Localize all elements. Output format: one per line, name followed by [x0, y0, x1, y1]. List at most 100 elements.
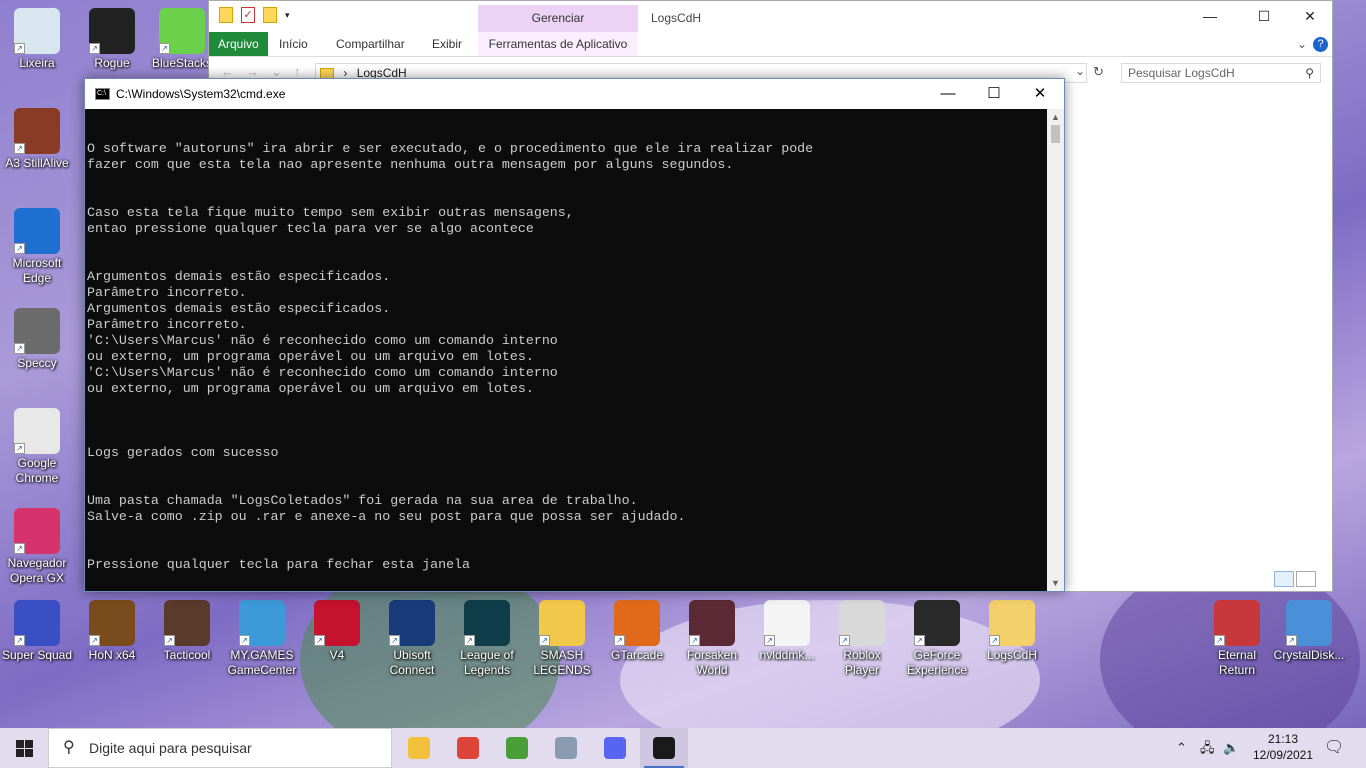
shortcut-arrow-icon: ↗	[14, 443, 25, 454]
desktop-icon-geforce-experience[interactable]: ↗ GeForce Experience	[900, 600, 974, 678]
tab-arquivo[interactable]: Arquivo	[209, 32, 268, 56]
tab-inicio[interactable]: Início	[279, 32, 308, 56]
shortcut-arrow-icon: ↗	[539, 635, 550, 646]
taskbar-app-utorrent[interactable]	[493, 728, 541, 768]
minimize-button[interactable]: —	[925, 79, 971, 109]
view-toggle	[1274, 571, 1316, 587]
rogue-icon: ↗	[89, 8, 135, 54]
explorer-titlebar[interactable]: ✓ ▾ Gerenciar LogsCdH — ☐ ✕	[209, 1, 1332, 32]
taskbar-app-chrome[interactable]	[444, 728, 492, 768]
desktop-icon-roblox-player[interactable]: ↗ Roblox Player	[825, 600, 899, 678]
shortcut-arrow-icon: ↗	[989, 635, 1000, 646]
console-line: Argumentos demais estão especificados.	[87, 269, 391, 284]
desktop-icon-lixeira[interactable]: ↗ Lixeira	[0, 8, 74, 71]
desktop-icon-microsoft-edge[interactable]: ↗ Microsoft Edge	[0, 208, 74, 286]
google-chrome-icon: ↗	[14, 408, 60, 454]
address-dropdown-icon[interactable]: ⌄	[1075, 64, 1085, 78]
shortcut-arrow-icon: ↗	[239, 635, 250, 646]
help-icon[interactable]: ?	[1313, 37, 1328, 52]
league-of-legends-icon: ↗	[464, 600, 510, 646]
maximize-button[interactable]: ☐	[1241, 1, 1287, 32]
taskbar-search-input[interactable]: ⚲ Digite aqui para pesquisar	[48, 728, 392, 768]
volume-icon[interactable]: 🔈	[1223, 728, 1239, 768]
large-icons-view-icon[interactable]	[1296, 571, 1316, 587]
desktop-icon-label: Microsoft Edge	[12, 256, 62, 285]
shortcut-arrow-icon: ↗	[1214, 635, 1225, 646]
cmd-window[interactable]: C:\ C:\Windows\System32\cmd.exe — ☐ ✕ O …	[84, 78, 1065, 592]
maximize-button[interactable]: ☐	[971, 79, 1017, 109]
scroll-down-icon[interactable]: ▼	[1047, 575, 1064, 591]
desktop-icon-google-chrome[interactable]: ↗ Google Chrome	[0, 408, 74, 486]
desktop-icon-a3-stillalive[interactable]: ↗ A3 StillAlive	[0, 108, 74, 171]
clock[interactable]: 21:13 12/09/2021	[1248, 731, 1318, 763]
taskbar-app-image-viewer[interactable]	[542, 728, 590, 768]
desktop-icon-hon-x64[interactable]: ↗ HoN x64	[75, 600, 149, 663]
smash-legends-icon: ↗	[539, 600, 585, 646]
desktop-icon-forsaken-world[interactable]: ↗ Forsaken World	[675, 600, 749, 678]
console-line: entao pressione qualquer tecla para ver …	[87, 221, 534, 236]
ribbon-expand-icon[interactable]: ⌄	[1297, 32, 1307, 56]
desktop-icon-super-squad[interactable]: ↗ Super Squad	[0, 600, 74, 663]
microsoft-edge-icon: ↗	[14, 208, 60, 254]
shortcut-arrow-icon: ↗	[14, 543, 25, 554]
desktop-icon-label: League of Legends	[460, 648, 514, 677]
hon-x64-icon: ↗	[89, 600, 135, 646]
logscdh-icon: ↗	[989, 600, 1035, 646]
tab-exibir[interactable]: Exibir	[432, 32, 462, 56]
console-line: Logs gerados com sucesso	[87, 445, 279, 460]
desktop-icon-league-of-legends[interactable]: ↗ League of Legends	[450, 600, 524, 678]
desktop-icon-tacticool[interactable]: ↗ Tacticool	[150, 600, 224, 663]
show-hidden-icons-icon[interactable]: ⌃	[1176, 728, 1187, 768]
desktop-icon-my-games-gamecenter[interactable]: ↗ MY.GAMES GameCenter	[225, 600, 299, 678]
desktop-icon-label: Eternal Return	[1217, 648, 1257, 677]
desktop-icon-rogue[interactable]: ↗ Rogue	[75, 8, 149, 71]
details-view-icon[interactable]	[1274, 571, 1294, 587]
console-line: 'C:\Users\Marcus' não é reconhecido como…	[87, 365, 558, 380]
console-line: ou externo, um programa operável ou um a…	[87, 349, 534, 364]
desktop-icon-navegador-opera-gx[interactable]: ↗ Navegador Opera GX	[0, 508, 74, 586]
new-folder-icon[interactable]	[263, 7, 277, 23]
desktop-icon-nvlddmk[interactable]: ↗ nvlddmk...	[750, 600, 824, 663]
refresh-icon[interactable]: ↻	[1093, 64, 1104, 80]
notifications-icon[interactable]: 🗨	[1324, 728, 1344, 768]
folder-icon[interactable]	[219, 7, 233, 23]
taskbar-app-discord-game[interactable]	[591, 728, 639, 768]
desktop-icon-gtarcade[interactable]: ↗ GTarcade	[600, 600, 674, 663]
desktop-icon-crystaldisk[interactable]: ↗ CrystalDisk...	[1272, 600, 1346, 663]
taskbar-app-cmd[interactable]	[640, 728, 688, 768]
desktop-icon-ubisoft-connect[interactable]: ↗ Ubisoft Connect	[375, 600, 449, 678]
taskbar-app-file-explorer[interactable]	[395, 728, 443, 768]
network-icon[interactable]: 🖧	[1200, 728, 1215, 768]
nvlddmk-icon: ↗	[764, 600, 810, 646]
v4-icon: ↗	[314, 600, 360, 646]
tab-ferramentas-de-aplicativo[interactable]: Ferramentas de Aplicativo	[478, 32, 638, 56]
desktop-icon-smash-legends[interactable]: ↗ SMASH LEGENDS	[525, 600, 599, 678]
console-output[interactable]: O software "autoruns" ira abrir e ser ex…	[85, 109, 1047, 591]
close-button[interactable]: ✕	[1017, 79, 1063, 109]
scroll-up-icon[interactable]: ▲	[1047, 109, 1064, 125]
cmd-titlebar[interactable]: C:\ C:\Windows\System32\cmd.exe — ☐ ✕	[85, 79, 1064, 109]
desktop-icon-label: Google Chrome	[15, 456, 59, 485]
properties-icon[interactable]: ✓	[241, 7, 255, 23]
desktop-icon-logscdh[interactable]: ↗ LogsCdH	[975, 600, 1049, 663]
start-button[interactable]	[0, 728, 48, 768]
console-line: Parâmetro incorreto.	[87, 317, 247, 332]
desktop-icon-speccy[interactable]: ↗ Speccy	[0, 308, 74, 371]
scroll-thumb[interactable]	[1051, 125, 1060, 143]
desktop-icon-v4[interactable]: ↗ V4	[300, 600, 374, 663]
file-explorer-icon	[408, 737, 430, 759]
minimize-button[interactable]: —	[1187, 1, 1233, 32]
desktop-icon-eternal-return[interactable]: ↗ Eternal Return	[1200, 600, 1274, 678]
clock-time: 21:13	[1267, 732, 1299, 746]
shortcut-arrow-icon: ↗	[14, 43, 25, 54]
console-line: Argumentos demais estão especificados.	[87, 301, 391, 316]
my-games-gamecenter-icon: ↗	[239, 600, 285, 646]
search-input[interactable]: Pesquisar LogsCdH ⚲	[1121, 63, 1321, 83]
quick-access-toolbar: ✓ ▾	[219, 7, 299, 23]
close-button[interactable]: ✕	[1287, 1, 1333, 32]
ubisoft-connect-icon: ↗	[389, 600, 435, 646]
customize-dropdown-icon[interactable]: ▾	[285, 7, 299, 23]
tab-compartilhar[interactable]: Compartilhar	[336, 32, 405, 56]
vertical-scrollbar[interactable]: ▲ ▼	[1047, 109, 1064, 591]
